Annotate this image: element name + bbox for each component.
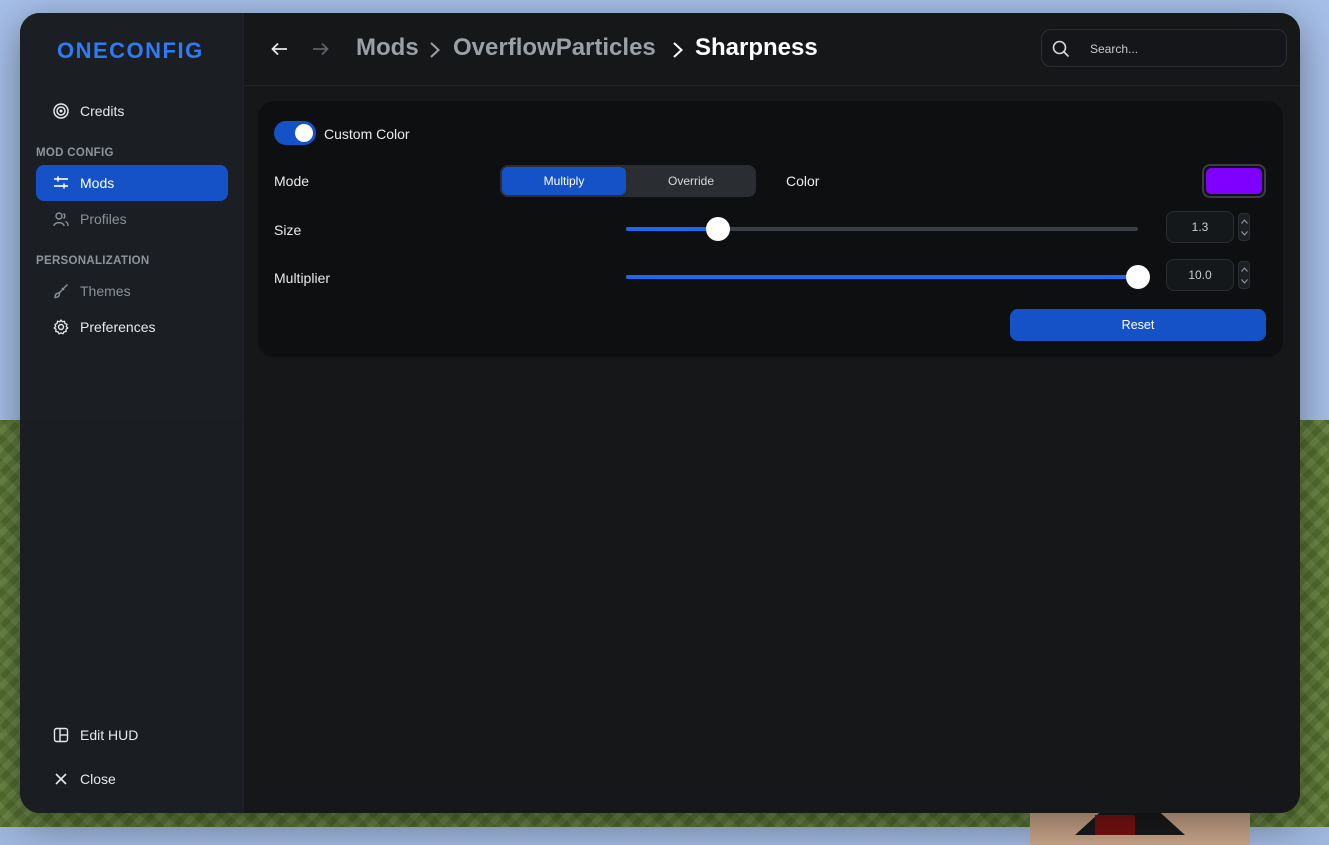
toggle-knob <box>295 124 313 142</box>
mode-option-multiply[interactable]: Multiply <box>502 167 626 195</box>
chevron-down-icon[interactable] <box>1240 227 1249 239</box>
settings-card: Custom Color Mode Multiply Override Colo… <box>258 101 1283 357</box>
sidebar-item-label: Edit HUD <box>80 727 139 743</box>
size-slider[interactable] <box>626 217 1138 241</box>
section-heading-personalization: PERSONALIZATION <box>36 255 150 267</box>
sliders-icon <box>52 174 70 192</box>
mode-selector: Multiply Override <box>500 165 756 197</box>
multiplier-label: Multiplier <box>274 270 331 286</box>
sidebar-item-label: Themes <box>80 283 131 299</box>
arrow-left-icon <box>271 42 287 56</box>
breadcrumb-overflowparticles[interactable]: OverflowParticles <box>453 34 656 62</box>
size-label: Size <box>274 222 302 238</box>
reset-button[interactable]: Reset <box>1010 309 1266 341</box>
gear-icon <box>52 318 70 336</box>
mode-option-override[interactable]: Override <box>628 167 754 195</box>
chevron-right-icon <box>429 41 441 64</box>
section-heading-mod-config: MOD CONFIG <box>36 147 114 159</box>
size-stepper[interactable] <box>1238 213 1250 241</box>
slider-thumb[interactable] <box>1126 265 1150 289</box>
main-panel: Mods OverflowParticles Sharpness Custom … <box>243 13 1300 813</box>
player-tie <box>1095 815 1135 835</box>
config-window: ONECONFIG Credits MOD CONFIG Mods Profil… <box>20 13 1300 813</box>
breadcrumb-current: Sharpness <box>695 34 818 61</box>
color-label: Color <box>786 173 820 189</box>
chevron-right-icon <box>672 41 684 64</box>
app-logo: ONECONFIG <box>57 38 204 63</box>
custom-color-toggle[interactable] <box>274 121 316 145</box>
sidebar-item-close[interactable]: Close <box>36 761 228 797</box>
multiplier-value-input[interactable]: 10.0 <box>1166 259 1234 291</box>
arrow-right-icon <box>313 42 329 56</box>
multiplier-stepper[interactable] <box>1238 261 1250 289</box>
color-picker-button[interactable] <box>1202 164 1266 198</box>
chevron-up-icon[interactable] <box>1240 215 1249 227</box>
size-value-input[interactable]: 1.3 <box>1166 211 1234 243</box>
layout-icon <box>52 726 70 744</box>
sidebar-item-mods[interactable]: Mods <box>36 165 228 201</box>
chevron-up-icon[interactable] <box>1240 263 1249 275</box>
users-icon <box>52 210 70 228</box>
mode-label: Mode <box>274 173 310 189</box>
search-icon <box>1052 40 1070 63</box>
sidebar-item-label: Profiles <box>80 211 127 227</box>
sidebar-item-label: Mods <box>80 175 115 191</box>
search-input[interactable] <box>1088 39 1272 59</box>
color-swatch <box>1206 168 1262 194</box>
target-icon <box>52 102 70 120</box>
sidebar-item-label: Close <box>80 771 116 787</box>
sidebar-item-credits[interactable]: Credits <box>36 93 228 129</box>
forward-button[interactable] <box>309 39 331 59</box>
sidebar-item-themes[interactable]: Themes <box>36 273 228 309</box>
slider-thumb[interactable] <box>706 217 731 241</box>
sidebar-item-preferences[interactable]: Preferences <box>36 309 228 345</box>
brush-icon <box>52 282 70 300</box>
back-button[interactable] <box>269 39 291 59</box>
search-box[interactable] <box>1041 29 1287 67</box>
sidebar: ONECONFIG Credits MOD CONFIG Mods Profil… <box>20 13 243 813</box>
slider-fill <box>626 275 1138 279</box>
close-icon <box>52 770 70 788</box>
custom-color-label: Custom Color <box>324 126 410 142</box>
slider-fill <box>626 227 719 231</box>
top-bar: Mods OverflowParticles Sharpness <box>244 13 1300 86</box>
sidebar-item-label: Credits <box>80 103 125 119</box>
sidebar-item-label: Preferences <box>80 319 156 335</box>
sidebar-item-profiles[interactable]: Profiles <box>36 201 228 237</box>
multiplier-slider[interactable] <box>626 265 1150 289</box>
breadcrumb-mods[interactable]: Mods <box>356 34 419 62</box>
chevron-down-icon[interactable] <box>1240 275 1249 287</box>
sidebar-item-edit-hud[interactable]: Edit HUD <box>36 717 228 753</box>
